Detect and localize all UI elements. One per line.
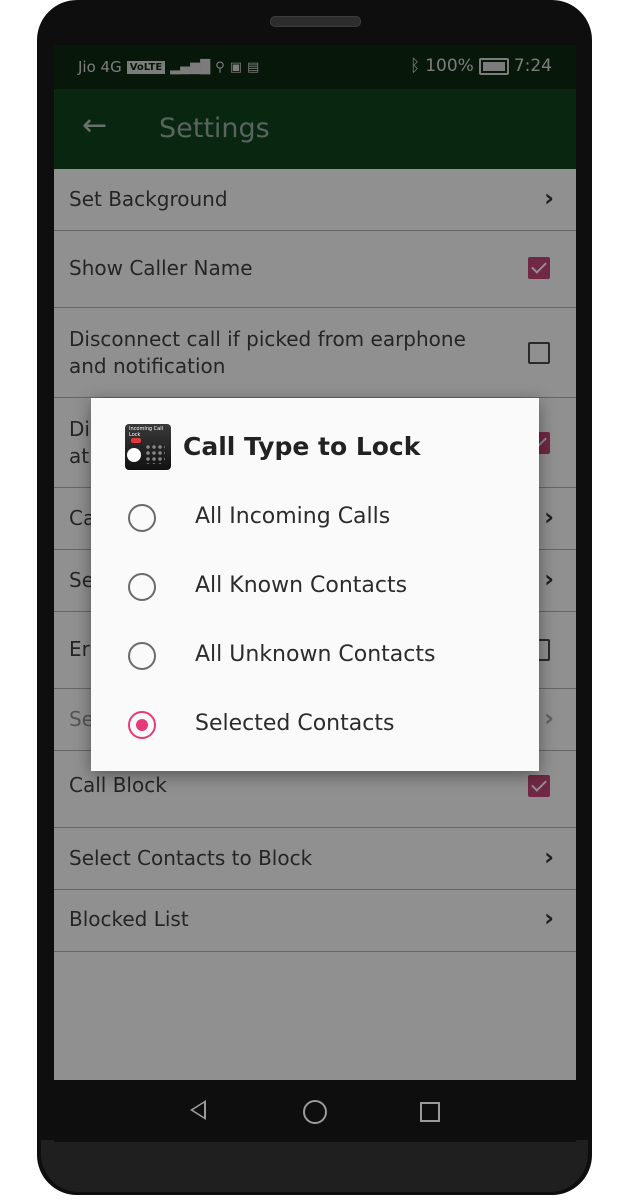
nav-home-icon[interactable] [303,1100,327,1124]
option-all-unknown-contacts[interactable]: All Unknown Contacts [91,626,539,686]
phone-bottom-edge [41,1140,588,1192]
radio-button[interactable] [128,573,156,601]
navigation-bar [54,1080,576,1142]
radio-button[interactable] [128,642,156,670]
earpiece-speaker [270,16,361,27]
keypad-icon [145,444,165,464]
nav-recents-icon[interactable] [420,1102,440,1122]
app-icon-text: Incoming Call Lock [129,426,163,438]
app-icon: Incoming Call Lock [125,424,171,470]
app-icon-red-button [131,438,141,443]
radio-button[interactable] [128,504,156,532]
nav-back-icon[interactable] [190,1100,206,1120]
dialog-title: Call Type to Lock [183,432,421,461]
option-selected-contacts[interactable]: Selected Contacts [91,695,539,755]
call-type-dialog: Incoming Call Lock Call Type to Lock All… [91,398,539,771]
radio-button-selected[interactable] [128,711,156,739]
phone-icon [127,448,141,462]
option-label: Selected Contacts [195,711,395,736]
option-all-known-contacts[interactable]: All Known Contacts [91,557,539,617]
option-label: All Known Contacts [195,573,408,598]
option-label: All Incoming Calls [195,504,391,529]
option-label: All Unknown Contacts [195,642,436,667]
option-all-incoming-calls[interactable]: All Incoming Calls [91,488,539,548]
